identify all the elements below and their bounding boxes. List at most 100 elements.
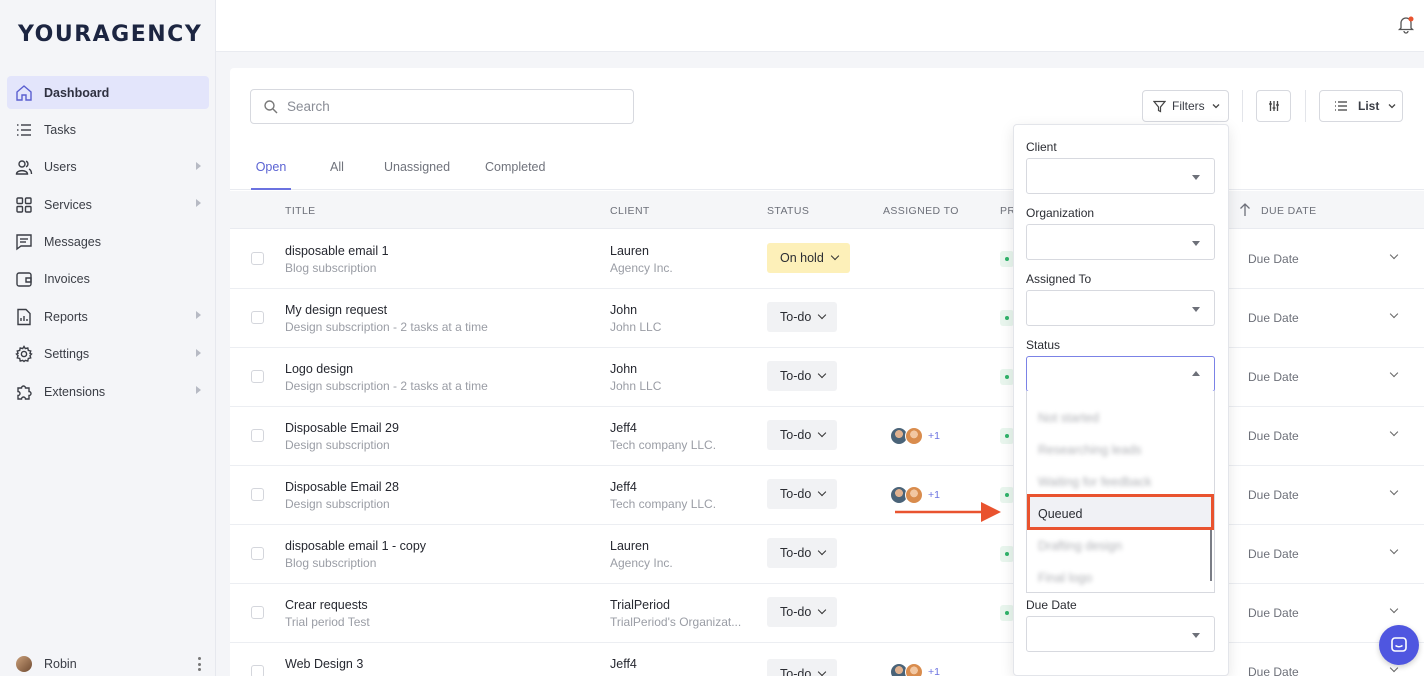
column-status[interactable]: STATUS (767, 205, 809, 217)
toolbar-divider (1305, 90, 1306, 122)
expand-row-icon[interactable] (1389, 368, 1399, 378)
row-checkbox[interactable] (251, 488, 264, 501)
column-assigned[interactable]: ASSIGNED TO (883, 205, 959, 217)
task-title[interactable]: disposable email 1 - copy (285, 539, 426, 553)
expand-row-icon[interactable] (1389, 486, 1399, 496)
sidebar-item-reports[interactable]: Reports (7, 300, 209, 333)
status-label: To-do (780, 667, 812, 676)
due-date[interactable]: Due Date (1248, 665, 1299, 676)
search-input[interactable] (287, 99, 607, 114)
expand-row-icon[interactable] (1389, 309, 1399, 319)
status-filter-label: Status (1026, 338, 1061, 352)
task-title[interactable]: My design request (285, 303, 387, 317)
filters-button[interactable]: Filters (1142, 90, 1229, 122)
agency-logo[interactable]: YOURAGENCY (18, 22, 202, 47)
sidebar-item-services[interactable]: Services (7, 188, 209, 221)
priority-indicator[interactable] (1000, 369, 1014, 385)
priority-indicator[interactable] (1000, 310, 1014, 326)
priority-indicator[interactable] (1000, 605, 1014, 621)
priority-indicator[interactable] (1000, 487, 1014, 503)
column-due-date[interactable]: DUE DATE (1261, 205, 1317, 217)
search-box[interactable] (250, 89, 634, 124)
current-user[interactable]: Robin (16, 656, 77, 672)
due-date[interactable]: Due Date (1248, 488, 1299, 502)
column-client[interactable]: CLIENT (610, 205, 650, 217)
due-date[interactable]: Due Date (1248, 547, 1299, 561)
table-row[interactable]: Logo design Design subscription - 2 task… (230, 348, 1424, 407)
sort-arrow-up-icon[interactable] (1238, 202, 1252, 218)
tab-completed[interactable]: Completed (485, 160, 545, 190)
due-date[interactable]: Due Date (1248, 429, 1299, 443)
table-row[interactable]: disposable email 1 Blog subscription Lau… (230, 230, 1424, 289)
table-row[interactable]: disposable email 1 - copy Blog subscript… (230, 525, 1424, 584)
status-option[interactable]: Not started (1038, 411, 1099, 425)
row-checkbox[interactable] (251, 606, 264, 619)
sidebar-item-messages[interactable]: Messages (7, 226, 209, 259)
task-title[interactable]: Logo design (285, 362, 353, 376)
due-date-filter-select[interactable] (1026, 616, 1215, 652)
user-menu-icon[interactable] (198, 657, 202, 671)
status-option[interactable]: Waiting for feedback (1038, 475, 1151, 489)
row-checkbox[interactable] (251, 547, 264, 560)
task-title[interactable]: disposable email 1 (285, 244, 389, 258)
column-title[interactable]: TITLE (285, 205, 316, 217)
status-dropdown[interactable]: To-do (767, 538, 838, 568)
status-dropdown[interactable]: To-do (767, 479, 838, 509)
table-row[interactable]: Web Design 3 Jeff4 To-do +1 Due Date (230, 643, 1424, 676)
assignee-avatars[interactable]: +1 (890, 427, 940, 445)
due-date[interactable]: Due Date (1248, 252, 1299, 266)
assigned-filter-select[interactable] (1026, 290, 1215, 326)
due-date[interactable]: Due Date (1248, 370, 1299, 384)
sidebar-item-extensions[interactable]: Extensions (7, 375, 209, 408)
assignee-avatars[interactable]: +1 (890, 663, 940, 676)
task-title[interactable]: Disposable Email 29 (285, 421, 399, 435)
view-mode-button[interactable]: List (1319, 90, 1403, 122)
tab-open[interactable]: Open (251, 160, 291, 190)
expand-row-icon[interactable] (1389, 250, 1399, 260)
status-dropdown[interactable]: On hold (767, 243, 850, 273)
row-checkbox[interactable] (251, 311, 264, 324)
table-row[interactable]: My design request Design subscription - … (230, 289, 1424, 348)
row-checkbox[interactable] (251, 665, 264, 676)
row-checkbox[interactable] (251, 252, 264, 265)
options-scrollbar[interactable] (1210, 527, 1212, 581)
status-dropdown[interactable]: To-do (767, 420, 838, 450)
due-date[interactable]: Due Date (1248, 311, 1299, 325)
expand-row-icon[interactable] (1389, 604, 1399, 614)
priority-indicator[interactable] (1000, 251, 1014, 267)
table-row[interactable]: Crear requests Trial period Test TrialPe… (230, 584, 1424, 643)
row-checkbox[interactable] (251, 429, 264, 442)
status-filter-select[interactable] (1026, 356, 1215, 392)
expand-row-icon[interactable] (1389, 663, 1399, 673)
bell-icon[interactable] (1396, 14, 1416, 34)
sidebar-item-dashboard[interactable]: Dashboard (7, 76, 209, 109)
priority-indicator[interactable] (1000, 428, 1014, 444)
status-dropdown[interactable]: To-do (767, 597, 838, 627)
status-option[interactable]: Drafting design (1038, 539, 1122, 553)
organization-filter-select[interactable] (1026, 224, 1215, 260)
sidebar-item-tasks[interactable]: Tasks (7, 113, 209, 146)
client-filter-select[interactable] (1026, 158, 1215, 194)
row-checkbox[interactable] (251, 370, 264, 383)
status-dropdown[interactable]: To-do (767, 361, 838, 391)
status-option[interactable]: Final logo (1038, 571, 1092, 585)
chat-launcher-button[interactable] (1379, 625, 1419, 665)
tab-unassigned[interactable]: Unassigned (384, 160, 450, 190)
status-dropdown[interactable]: To-do (767, 659, 838, 676)
status-option[interactable]: Researching leads (1038, 443, 1142, 457)
table-row[interactable]: Disposable Email 29 Design subscription … (230, 407, 1424, 466)
expand-row-icon[interactable] (1389, 545, 1399, 555)
tab-all[interactable]: All (330, 160, 344, 190)
status-dropdown[interactable]: To-do (767, 302, 838, 332)
sidebar-item-invoices[interactable]: Invoices (7, 263, 209, 296)
sidebar-item-settings[interactable]: Settings (7, 338, 209, 371)
sidebar-item-users[interactable]: Users (7, 151, 209, 184)
column-settings-button[interactable] (1256, 90, 1291, 122)
priority-indicator[interactable] (1000, 546, 1014, 562)
due-date[interactable]: Due Date (1248, 606, 1299, 620)
table-row[interactable]: Disposable Email 28 Design subscription … (230, 466, 1424, 525)
expand-row-icon[interactable] (1389, 427, 1399, 437)
task-title[interactable]: Disposable Email 28 (285, 480, 399, 494)
task-title[interactable]: Crear requests (285, 598, 368, 612)
task-title[interactable]: Web Design 3 (285, 657, 363, 671)
